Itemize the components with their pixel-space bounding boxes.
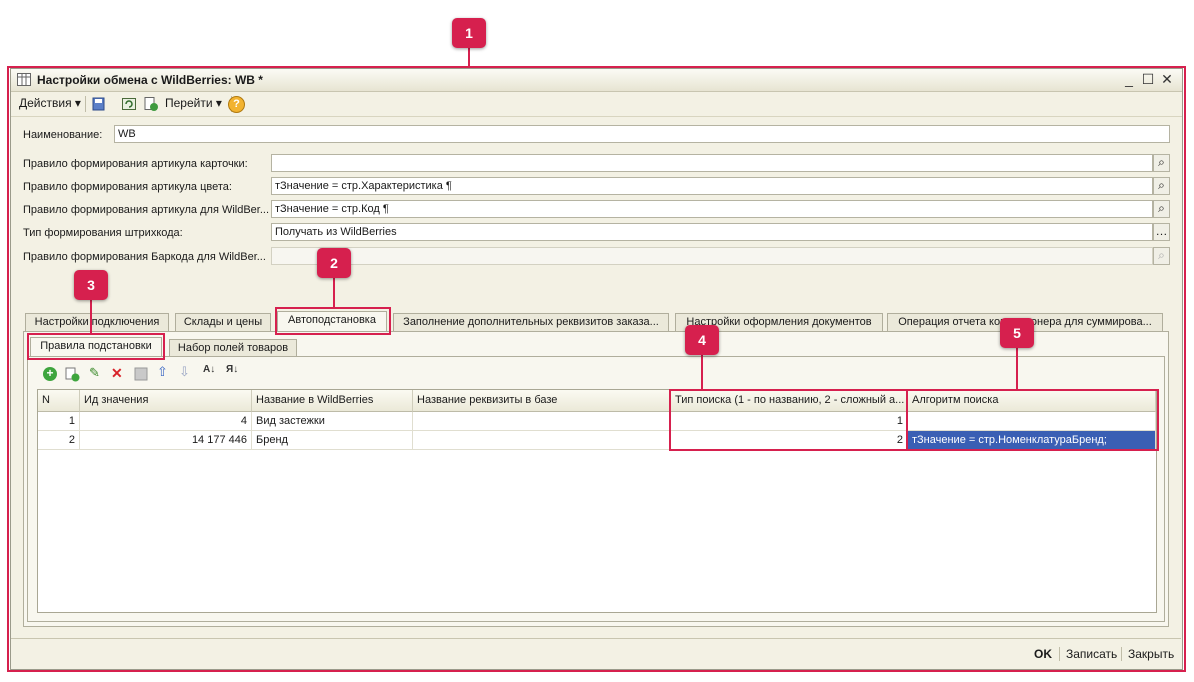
refresh-icon[interactable] [121,96,137,112]
table-cell-n[interactable]: 1 [38,412,80,431]
table-cell-n[interactable]: 2 [38,431,80,450]
tab-warehouses-prices[interactable]: Склады и цены [175,313,271,331]
title-bar: Настройки обмена с WildBerries: WB * _ ☐… [11,69,1182,92]
card-article-rule-label: Правило формирования артикула карточки: [23,158,248,170]
end-edit-icon[interactable] [134,367,148,381]
edit-icon[interactable]: ✎ [89,365,100,381]
substitution-rules-table[interactable]: N Ид значения Название в WildBerries Наз… [37,389,1157,613]
ok-button[interactable]: OK [1034,647,1052,661]
column-header-wb-name[interactable]: Название в WildBerries [252,390,413,412]
actions-menu[interactable]: Действия ▾ [19,96,81,110]
callout-5-line [1016,348,1018,389]
callout-3-line [90,300,92,333]
dropdown-icon: ▾ [74,96,81,110]
search-icon[interactable]: ⌕ [1153,247,1170,265]
wb-article-rule-field[interactable]: тЗначение = стр.Код ¶ [271,200,1153,218]
table-cell-id[interactable]: 4 [80,412,252,431]
column-header-base-name[interactable]: Название реквизиты в базе [413,390,671,412]
footer-separator [1121,647,1122,661]
table-cell-search-type[interactable]: 2 [671,431,908,450]
barcode-rule-label: Правило формирования Баркода для WildBer… [23,251,266,263]
toolbar-separator [85,96,86,112]
card-article-rule-field[interactable] [271,154,1153,172]
barcode-type-field[interactable]: Получать из WildBerries [271,223,1153,241]
window-title: Настройки обмена с WildBerries: WB * [37,73,263,87]
name-field[interactable]: WB [114,125,1170,143]
table-cell-search-algorithm[interactable]: тЗначение = стр.НоменклатураБренд; [908,431,1156,450]
table-cell-wb-name[interactable]: Бренд [252,431,413,450]
table-cell-id[interactable]: 14 177 446 [80,431,252,450]
barcode-type-label: Тип формирования штрихкода: [23,227,183,239]
delete-icon[interactable]: ✕ [111,365,123,382]
ellipsis-icon[interactable]: … [1153,223,1170,241]
tab-product-fields[interactable]: Набор полей товаров [169,339,297,357]
table-cell-search-type[interactable]: 1 [671,412,908,431]
table-cell-wb-name[interactable]: Вид застежки [252,412,413,431]
color-article-rule-field[interactable]: тЗначение = стр.Характеристика ¶ [271,177,1153,195]
callout-1: 1 [452,18,486,48]
column-header-search-algorithm[interactable]: Алгоритм поиска [908,390,1156,412]
sort-ascending-icon[interactable]: A↓ [203,364,215,375]
tab-substitution-rules[interactable]: Правила подстановки [30,337,162,357]
dropdown-icon: ▾ [215,96,222,110]
color-article-rule-label: Правило формирования артикула цвета: [23,181,232,193]
close-form-button[interactable]: Закрыть [1128,647,1174,661]
footer-separator [1059,647,1060,661]
goto-label: Перейти [165,96,213,110]
table-cell-search-algorithm[interactable] [908,412,1156,431]
table-cell-base-name[interactable] [413,412,671,431]
callout-5: 5 [1000,318,1034,348]
tab-order-requisites[interactable]: Заполнение дополнительных реквизитов зак… [393,313,669,331]
callout-1-line [468,48,470,68]
copy-document-icon[interactable] [143,96,159,112]
callout-3: 3 [74,270,108,300]
tab-connection-settings[interactable]: Настройки подключения [25,313,169,331]
callout-2-line [333,278,335,307]
tab-autosubstitution[interactable]: Автоподстановка [277,311,387,331]
help-icon[interactable]: ? [228,96,245,113]
barcode-rule-field[interactable] [271,247,1153,265]
search-icon[interactable]: ⌕ [1153,154,1170,172]
callout-2: 2 [317,248,351,278]
toolbar: Действия ▾ Перейти ▾ ? [11,92,1182,117]
copy-icon[interactable] [65,367,80,382]
callout-4: 4 [685,325,719,355]
column-header-search-type[interactable]: Тип поиска (1 - по названию, 2 - сложный… [671,390,908,412]
maximize-button[interactable]: ☐ [1140,71,1156,87]
actions-label: Действия [19,96,72,110]
column-header-n[interactable]: N [38,390,80,412]
search-icon[interactable]: ⌕ [1153,177,1170,195]
goto-menu[interactable]: Перейти ▾ [165,96,222,110]
sort-descending-icon[interactable]: Я↓ [226,364,238,375]
save-button[interactable]: Записать [1066,647,1117,661]
minimize-button[interactable]: _ [1121,71,1137,87]
table-icon [17,73,31,86]
name-label: Наименование: [23,129,103,141]
add-icon[interactable]: + [43,367,57,381]
close-button[interactable]: ✕ [1159,71,1175,87]
save-close-icon[interactable] [91,96,107,112]
bottom-bar: OK Записать Закрыть [11,638,1181,668]
table-cell-base-name[interactable] [413,431,671,450]
move-down-icon[interactable]: ⇩ [179,364,190,380]
callout-4-line [701,355,703,389]
search-icon[interactable]: ⌕ [1153,200,1170,218]
column-header-id[interactable]: Ид значения [80,390,252,412]
wb-article-rule-label: Правило формирования артикула для WildBe… [23,204,270,216]
move-up-icon[interactable]: ⇧ [157,364,168,380]
